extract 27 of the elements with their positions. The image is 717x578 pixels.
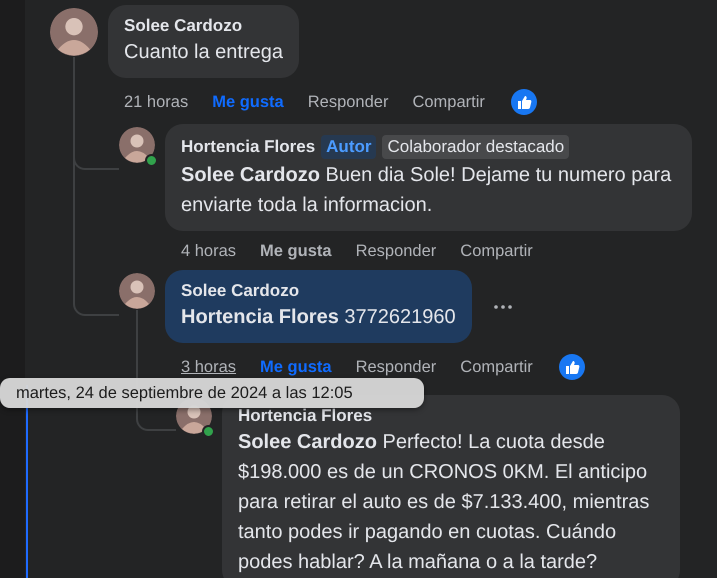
avatar[interactable] <box>50 8 98 56</box>
share-link[interactable]: Compartir <box>460 242 533 261</box>
contributor-badge: Colaborador destacado <box>382 135 570 159</box>
share-link[interactable]: Compartir <box>460 358 533 376</box>
share-link[interactable]: Compartir <box>412 92 485 112</box>
author-name[interactable]: Solee Cardozo <box>181 281 300 301</box>
reply-link[interactable]: Responder <box>308 92 388 112</box>
author-badge: Autor <box>321 135 376 159</box>
timestamp-link[interactable]: 21 horas <box>124 92 188 112</box>
thumbs-up-icon[interactable] <box>510 89 537 115</box>
author-name[interactable]: Hortencia Flores <box>181 137 316 157</box>
thumbs-up-icon[interactable] <box>558 354 585 380</box>
author-name[interactable]: Hortencia Flores <box>238 406 372 426</box>
more-icon <box>494 304 512 308</box>
date-tooltip: martes, 24 de septiembre de 2024 a las 12:05 <box>0 378 424 408</box>
comment-text: Hortencia Flores 3772621960 <box>181 305 456 330</box>
like-link[interactable]: Me gusta <box>260 242 332 261</box>
reply-link[interactable]: Responder <box>356 242 436 261</box>
avatar[interactable] <box>119 273 155 309</box>
timestamp-link[interactable]: 4 horas <box>181 242 236 261</box>
author-name[interactable]: Solee Cardozo <box>124 16 242 36</box>
timestamp-link[interactable]: 3 horas <box>181 358 236 376</box>
reply-link[interactable]: Responder <box>356 358 436 376</box>
comment-text: Solee Cardozo Buen dia Sole! Dejame tu numero para enviarte toda la informacion. <box>181 163 672 218</box>
comment-text: Cuanto la entrega <box>124 40 284 65</box>
avatar[interactable] <box>119 127 155 163</box>
comment-text: Solee Cardozo Perfecto! La cuota desde $198.000 es de un CRONOS 0KM. El anticipo para retirar el auto es de $7.133.400, mientras tanto podes ir pagando en cuotas. Cuándo podes hablar? A la mañana o a la tarde? <box>238 430 650 575</box>
